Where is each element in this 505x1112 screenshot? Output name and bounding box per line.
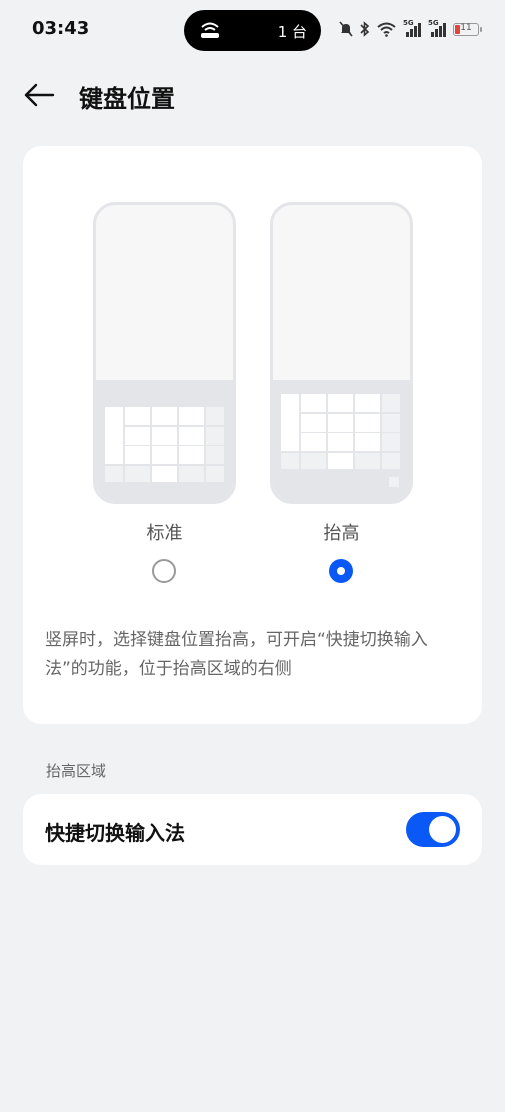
status-time: 03:43 [32,18,90,39]
arrow-left-icon[interactable] [22,80,56,110]
toggle-knob [429,816,456,843]
standard-keyboard-preview[interactable] [93,202,236,504]
page-title: 键盘位置 [79,85,175,113]
raised-keyboard-preview[interactable] [270,202,413,504]
signal-5g-icon: 5G [403,19,421,37]
section-title-raised-area: 抬高区域 [46,762,107,780]
battery-icon: 11 [453,22,482,36]
quick-switch-row[interactable]: 快捷切换输入法 [23,794,482,865]
option-label-standard: 标准 [146,523,183,544]
battery-level: 11 [460,22,472,33]
quick-switch-toggle[interactable] [406,812,460,847]
mute-bell-icon [339,21,353,37]
bluetooth-icon [360,21,370,37]
keyboard-area [96,380,233,501]
wifi-icon [377,22,396,37]
device-share-icon [201,22,219,38]
keyboard-position-card: 标准 抬高 竖屏时，选择键盘位置抬高，可开启“快捷切换输入法”的功能，位于抬高区… [23,146,482,724]
app-bar: 键盘位置 [0,70,505,120]
keyboard-area [273,380,410,501]
keyboard-position-description: 竖屏时，选择键盘位置抬高，可开启“快捷切换输入法”的功能，位于抬高区域的右侧 [45,630,428,679]
signal-5g-icon-2: 5G [428,19,446,37]
radio-raised[interactable] [329,559,353,583]
radio-standard[interactable] [152,559,176,583]
option-label-raised: 抬高 [323,523,360,544]
status-bar: 03:43 1 台 5G 5G 11 [0,0,505,60]
quick-switch-key-icon [389,477,399,487]
quick-switch-label: 快捷切换输入法 [45,821,185,845]
dynamic-island[interactable]: 1 台 [184,10,321,51]
status-icons: 5G 5G 11 [339,18,482,40]
device-count: 1 台 [277,23,307,41]
